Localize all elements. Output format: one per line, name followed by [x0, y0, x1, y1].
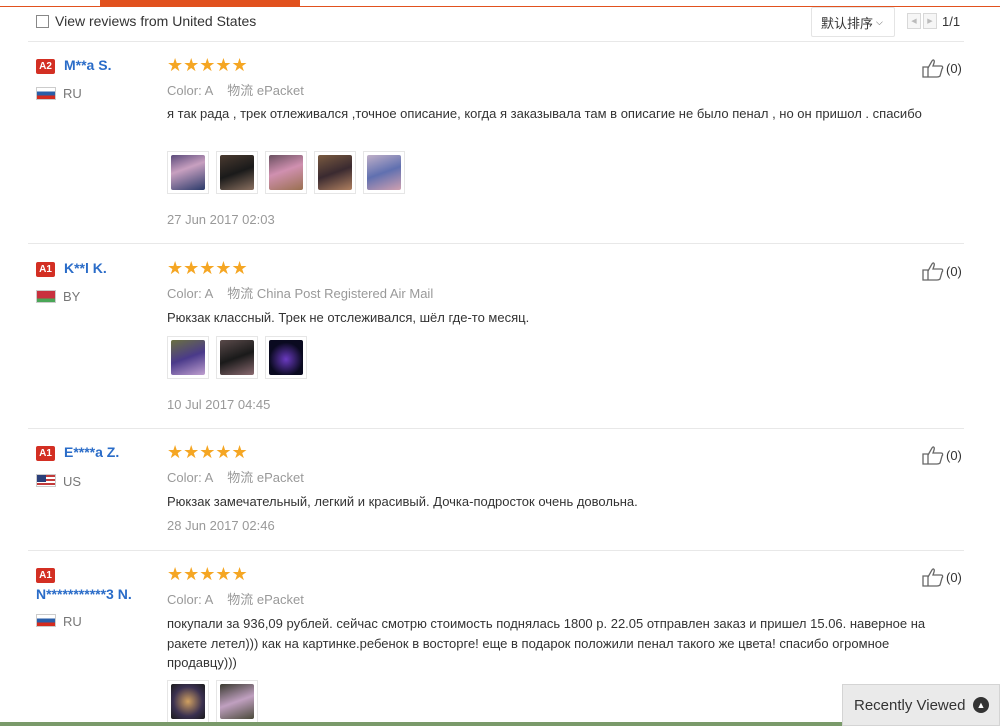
divider	[28, 428, 964, 429]
star-rating: ★★★★★	[167, 442, 248, 462]
helpful-button[interactable]: (0)	[922, 261, 962, 281]
next-page-button[interactable]: ▶	[923, 13, 937, 29]
helpful-count: (0)	[946, 569, 962, 585]
review-text: Рюкзак замечательный, легкий и красивый.…	[167, 494, 638, 509]
thumbs-up-icon	[922, 446, 944, 465]
buyer-level-badge: A1	[36, 262, 55, 277]
helpful-button[interactable]: (0)	[922, 58, 962, 78]
color-value: A	[204, 83, 214, 98]
reviewer-name[interactable]: M**a S.	[64, 57, 111, 73]
color-label: Color:	[167, 592, 202, 607]
review-date: 27 Jun 2017 02:03	[167, 212, 275, 227]
color-value: A	[204, 286, 214, 301]
shipping-value: China Post Registered Air Mail	[256, 286, 434, 301]
reviewer-country: RU	[63, 86, 82, 101]
reviewer-name[interactable]: N***********3 N.	[36, 586, 132, 602]
page-indicator: 1/1	[942, 13, 961, 29]
shipping-value: ePacket	[256, 592, 304, 607]
thumbs-up-icon	[922, 262, 944, 281]
helpful-count: (0)	[946, 447, 962, 463]
filter-label: View reviews from United States	[55, 13, 257, 29]
thumbs-up-icon	[922, 59, 944, 78]
buyer-level-badge: A1	[36, 568, 55, 583]
sort-label: 默认排序	[821, 15, 874, 31]
shipping-label: 物流	[227, 83, 254, 98]
buyer-level-badge: A1	[36, 446, 55, 461]
review-text: я так рада , трек отлеживался ,точное оп…	[167, 106, 922, 121]
helpful-count: (0)	[946, 263, 962, 279]
color-label: Color:	[167, 83, 202, 98]
reviewer-name[interactable]: E****a Z.	[64, 444, 119, 460]
review-photos	[167, 680, 265, 723]
flag-ru-icon	[36, 614, 56, 627]
order-info: Color: A 物流 China Post Registered Air Mai…	[167, 283, 433, 302]
thumbs-up-icon	[922, 568, 944, 587]
star-rating: ★★★★★	[167, 564, 248, 584]
review-photos	[167, 151, 412, 194]
recently-viewed-button[interactable]: Recently Viewed ▲	[842, 684, 1000, 726]
review-text: Рюкзак классный. Трек не отслеживался, ш…	[167, 310, 530, 325]
review-photo[interactable]	[265, 151, 307, 194]
shipping-label: 物流	[227, 470, 254, 485]
order-info: Color: A 物流 ePacket	[167, 467, 304, 486]
color-label: Color:	[167, 470, 202, 485]
review-photo[interactable]	[314, 151, 356, 194]
review-photo[interactable]	[363, 151, 405, 194]
color-label: Color:	[167, 286, 202, 301]
review-photo[interactable]	[265, 336, 307, 379]
filter-checkbox[interactable]	[36, 14, 49, 28]
prev-page-button[interactable]: ◀	[907, 13, 921, 29]
review-photo[interactable]	[216, 151, 258, 194]
review-date: 28 Jun 2017 02:46	[167, 518, 275, 533]
shipping-value: ePacket	[256, 470, 304, 485]
reviews-panel: { "toolbar":{"filter_label":"View review…	[0, 0, 1000, 726]
reviews-toolbar: View reviews from United States 默认排序 ⌵ ◀…	[0, 7, 1000, 43]
reviewer-country: RU	[63, 614, 82, 629]
review-date: 10 Jul 2017 04:45	[167, 397, 271, 412]
helpful-button[interactable]: (0)	[922, 445, 962, 465]
review-text: покупали за 936,09 рублей. сейчас смотрю…	[167, 616, 926, 670]
shipping-label: 物流	[227, 286, 254, 301]
color-value: A	[204, 592, 214, 607]
divider	[28, 41, 964, 42]
order-info: Color: A 物流 ePacket	[167, 589, 304, 608]
chevron-down-icon: ⌵	[876, 16, 883, 27]
review-photo[interactable]	[167, 336, 209, 379]
star-rating: ★★★★★	[167, 258, 248, 278]
sort-dropdown[interactable]: 默认排序 ⌵	[811, 7, 895, 37]
reviewer-country: US	[63, 474, 82, 489]
reviewer-name[interactable]: K**l K.	[64, 260, 107, 276]
shipping-value: ePacket	[256, 83, 304, 98]
active-tab-indicator	[100, 0, 300, 7]
star-rating: ★★★★★	[167, 55, 248, 75]
helpful-count: (0)	[946, 60, 962, 76]
recently-viewed-label: Recently Viewed	[854, 696, 966, 714]
review-photo[interactable]	[216, 680, 258, 723]
order-info: Color: A 物流 ePacket	[167, 80, 304, 99]
filter-us-reviews[interactable]: View reviews from United States	[36, 13, 256, 29]
reviewer-country: BY	[63, 289, 81, 304]
chevron-up-icon: ▲	[973, 697, 989, 713]
flag-ru-icon	[36, 87, 56, 100]
flag-by-icon	[36, 290, 56, 303]
review-photos	[167, 336, 314, 379]
divider	[28, 550, 964, 551]
divider	[28, 243, 964, 244]
color-value: A	[204, 470, 214, 485]
shipping-label: 物流	[227, 592, 254, 607]
buyer-level-badge: A2	[36, 59, 55, 74]
pagination: ◀ ▶ 1/1	[907, 13, 960, 29]
flag-us-icon	[36, 474, 56, 487]
helpful-button[interactable]: (0)	[922, 567, 962, 587]
review-photo[interactable]	[216, 336, 258, 379]
review-photo[interactable]	[167, 680, 209, 723]
review-photo[interactable]	[167, 151, 209, 194]
